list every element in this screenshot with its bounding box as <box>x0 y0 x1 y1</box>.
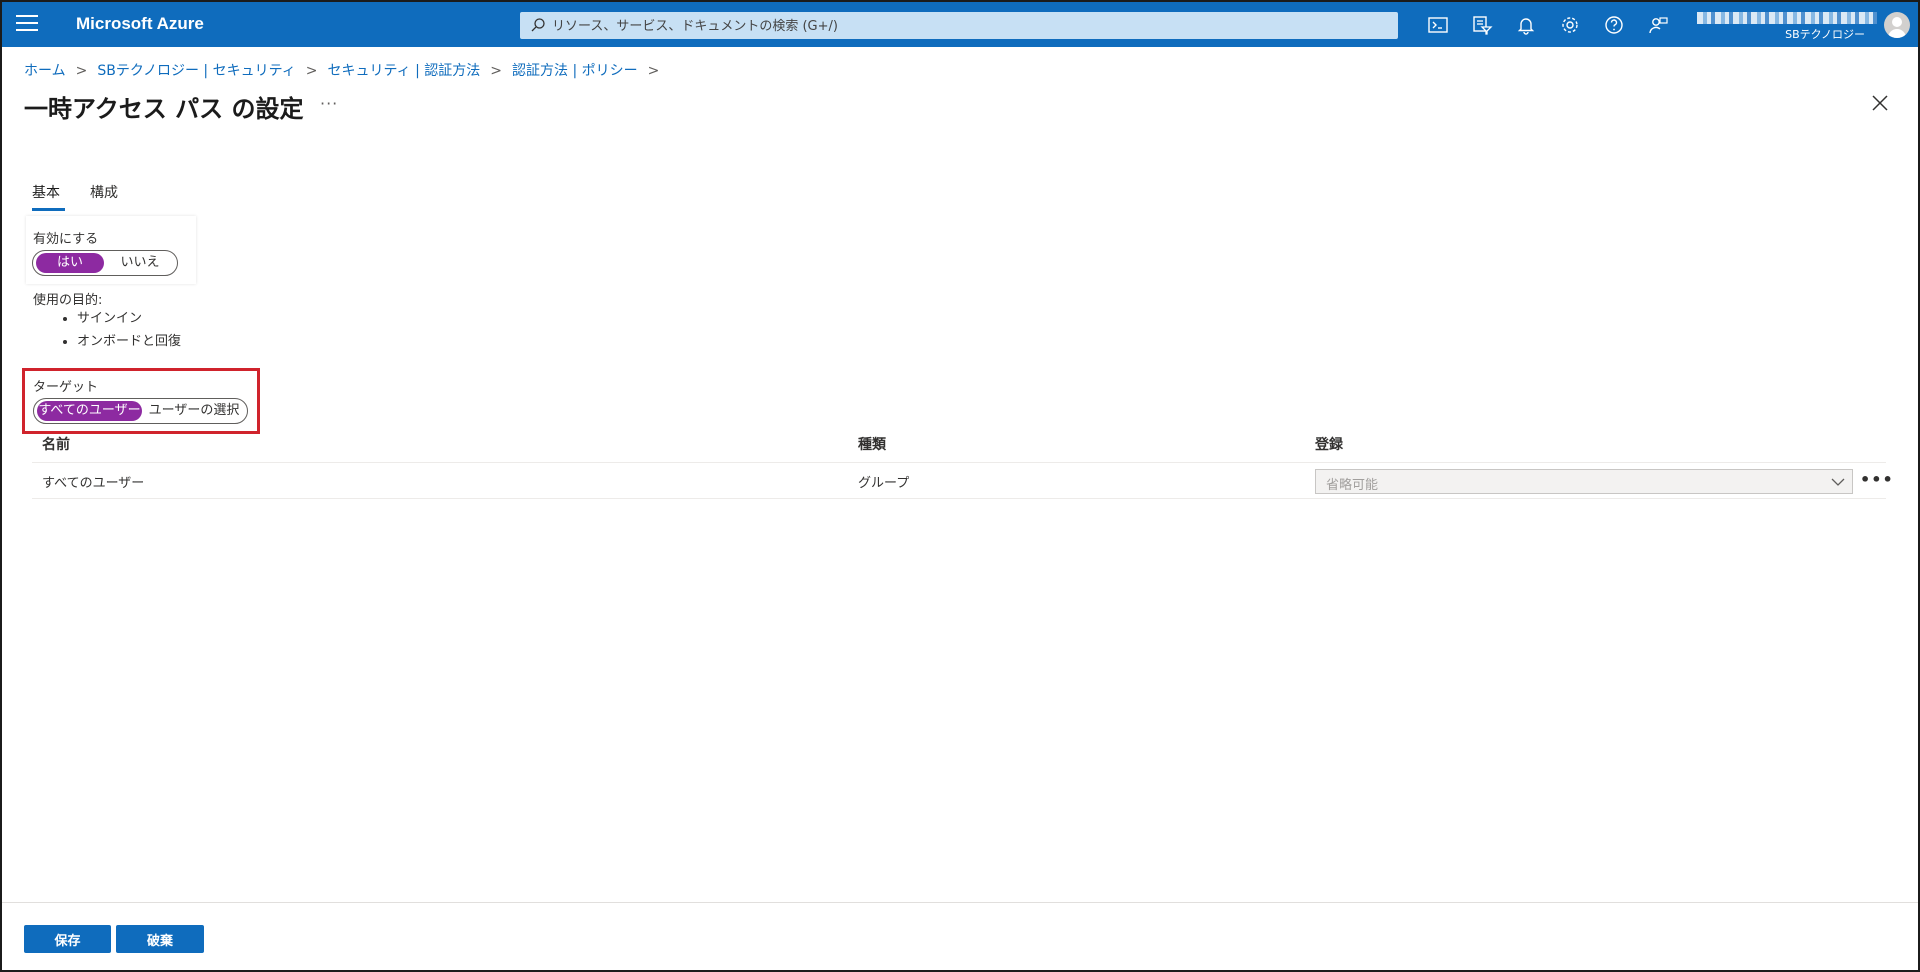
account-name-redacted <box>1697 12 1877 24</box>
active-tab-indicator <box>32 208 65 211</box>
row-name: すべてのユーザー <box>42 476 145 491</box>
divider <box>32 462 1886 463</box>
divider <box>32 498 1886 499</box>
app-title[interactable]: Microsoft Azure <box>76 14 204 34</box>
column-header-name: 名前 <box>42 437 70 453</box>
account-menu[interactable]: SBテクノロジー <box>1697 12 1887 41</box>
enable-label: 有効にする <box>33 232 99 247</box>
breadcrumb-home[interactable]: ホーム <box>24 63 66 79</box>
page-title: 一時アクセス パス の設定 <box>24 95 304 123</box>
discard-button[interactable]: 破棄 <box>116 925 204 953</box>
breadcrumb: ホーム > SBテクノロジー | セキュリティ > セキュリティ | 認証方法 > 認証方法… <box>24 60 669 80</box>
enable-toggle[interactable]: はい いいえ <box>32 250 178 276</box>
enable-option-yes[interactable]: はい <box>36 253 104 273</box>
breadcrumb-security[interactable]: SBテクノロジー | セキュリティ <box>97 63 295 79</box>
cloud-shell-icon[interactable] <box>1427 14 1449 36</box>
search-icon <box>531 18 545 32</box>
breadcrumb-policies[interactable]: 認証方法 | ポリシー <box>512 63 638 79</box>
chevron-down-icon <box>1831 478 1845 486</box>
registration-dropdown[interactable]: 省略可能 <box>1315 469 1853 494</box>
chevron-right-icon: > <box>75 63 88 79</box>
directory-filter-icon[interactable] <box>1471 14 1493 36</box>
row-type: グループ <box>858 476 910 491</box>
target-label: ターゲット <box>33 380 99 395</box>
more-options-button[interactable]: ··· <box>320 94 338 113</box>
column-header-type: 種類 <box>858 437 886 453</box>
breadcrumb-auth-methods[interactable]: セキュリティ | 認証方法 <box>328 63 481 79</box>
list-item: サインイン <box>77 307 181 326</box>
chevron-right-icon: > <box>647 63 660 79</box>
tab-configure[interactable]: 構成 <box>90 182 118 202</box>
enable-option-no[interactable]: いいえ <box>105 253 175 273</box>
chevron-right-icon: > <box>490 63 503 79</box>
directory-name: SBテクノロジー <box>1785 28 1865 41</box>
close-icon[interactable] <box>1869 92 1891 114</box>
column-header-registration: 登録 <box>1315 437 1343 453</box>
purpose-label: 使用の目的: <box>33 293 103 308</box>
target-option-select-users[interactable]: ユーザーの選択 <box>144 401 244 421</box>
save-button[interactable]: 保存 <box>24 925 111 953</box>
settings-icon[interactable] <box>1559 14 1581 36</box>
purpose-list: サインイン オンボードと回復 <box>57 307 181 353</box>
list-item: オンボードと回復 <box>77 330 181 349</box>
tab-basics[interactable]: 基本 <box>32 182 60 202</box>
row-more-button[interactable]: ••• <box>1860 470 1894 489</box>
footer-divider <box>2 902 1918 903</box>
top-bar: Microsoft Azure SBテクノロジー <box>2 2 1918 47</box>
menu-icon[interactable] <box>16 15 38 33</box>
feedback-icon[interactable] <box>1647 14 1669 36</box>
chevron-right-icon: > <box>305 63 318 79</box>
notifications-icon[interactable] <box>1515 14 1537 36</box>
search-input[interactable] <box>550 12 1374 41</box>
registration-value: 省略可能 <box>1326 478 1379 493</box>
avatar[interactable] <box>1884 12 1910 38</box>
portal-window: Microsoft Azure SBテクノロジー <box>0 0 1920 972</box>
target-option-all-users[interactable]: すべてのユーザー <box>37 401 142 421</box>
target-toggle[interactable]: すべてのユーザー ユーザーの選択 <box>33 398 248 424</box>
search-box[interactable] <box>520 12 1398 41</box>
help-icon[interactable] <box>1603 14 1625 36</box>
